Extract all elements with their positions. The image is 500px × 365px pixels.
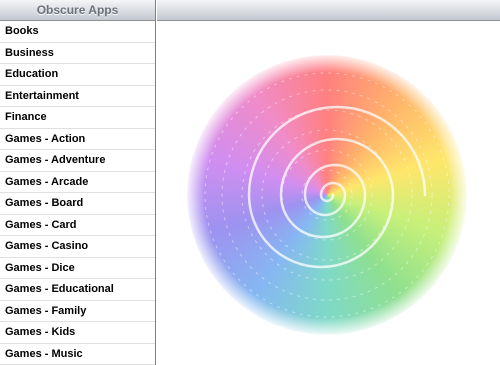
category-games-dice[interactable]: Games - Dice [0,258,155,279]
category-games-adventure[interactable]: Games - Adventure [0,150,155,172]
detail-header [157,0,500,21]
category-business[interactable]: Business [0,43,155,64]
category-games-family[interactable]: Games - Family [0,301,155,322]
category-games-action[interactable]: Games - Action [0,129,155,150]
category-sidebar: Obscure Apps Books Business Education En… [0,0,156,365]
category-finance[interactable]: Finance [0,107,155,129]
category-entertainment[interactable]: Entertainment [0,86,155,107]
category-education[interactable]: Education [0,64,155,86]
category-games-casino[interactable]: Games - Casino [0,236,155,258]
category-games-card[interactable]: Games - Card [0,215,155,236]
category-games-board[interactable]: Games - Board [0,193,155,215]
category-games-music[interactable]: Games - Music [0,344,155,365]
detail-pane [157,21,500,365]
category-list: Books Business Education Entertainment F… [0,21,155,365]
sidebar-header: Obscure Apps [0,0,155,21]
category-games-kids[interactable]: Games - Kids [0,322,155,344]
category-books[interactable]: Books [0,21,155,43]
category-games-arcade[interactable]: Games - Arcade [0,172,155,193]
sidebar-title: Obscure Apps [36,3,119,17]
spiral-lines [204,72,450,318]
rainbow-spiral-image [187,55,467,335]
category-games-educational[interactable]: Games - Educational [0,279,155,301]
